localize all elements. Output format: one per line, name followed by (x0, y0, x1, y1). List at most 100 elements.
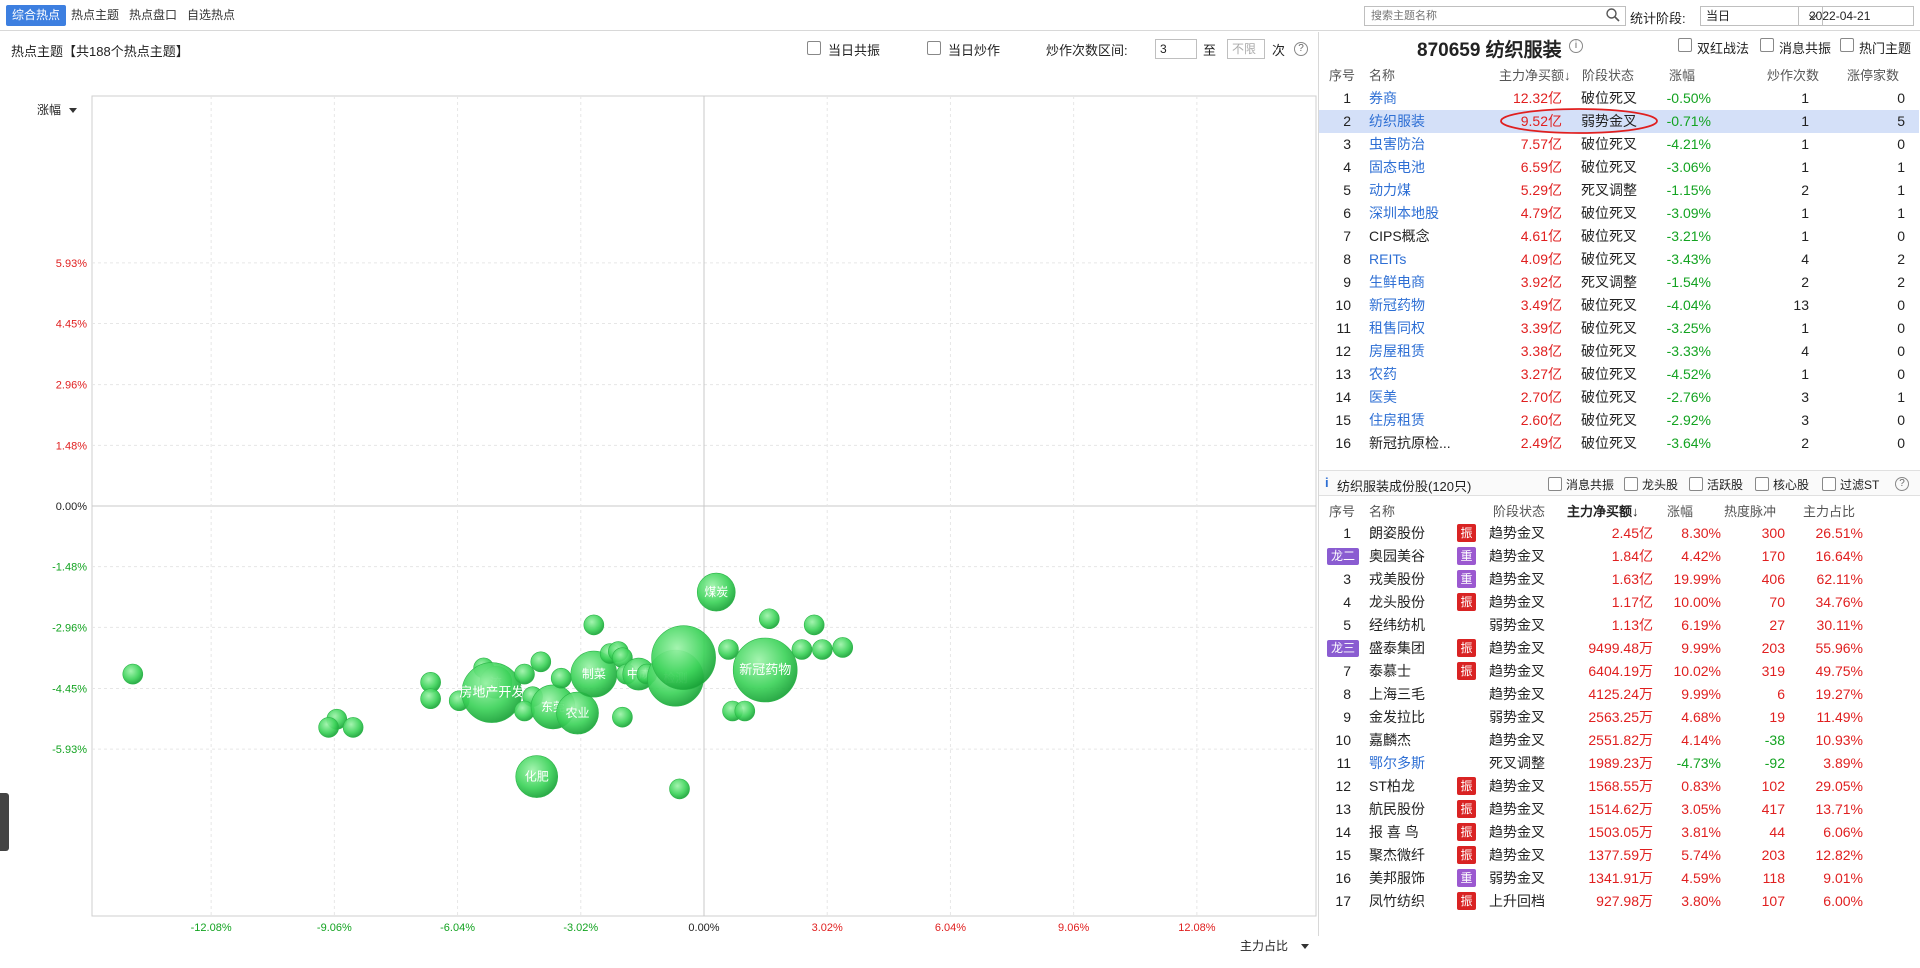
col-net-buy[interactable]: 主力净买额↓ (1499, 65, 1571, 84)
col-hype-times[interactable]: 炒作次数 (1767, 65, 1819, 84)
col-net-buy[interactable]: 主力净买额↓ (1567, 501, 1639, 520)
cell-name: 虫害防治 (1369, 136, 1425, 152)
core-stock-checkbox[interactable] (1755, 477, 1769, 491)
hot-theme-checkbox[interactable] (1840, 38, 1854, 52)
same-day-hype-checkbox[interactable] (927, 41, 941, 55)
theme-row[interactable]: 3 虫害防治 7.57亿 破位死叉 -4.21% 1 0 (1319, 133, 1919, 156)
theme-search-input[interactable] (1364, 6, 1626, 26)
x-axis-dropdown-icon[interactable] (1301, 944, 1309, 949)
theme-row[interactable]: 13 农药 3.27亿 破位死叉 -4.52% 1 0 (1319, 363, 1919, 386)
stock-row[interactable]: 5 经纬纺机 弱势金叉 1.13亿 6.19% 27 30.11% (1319, 614, 1919, 637)
y-axis-dropdown-icon[interactable] (69, 108, 77, 113)
y-tick-label: 2.96% (56, 380, 87, 392)
stock-row[interactable]: 3 戎美股份 趋势金叉 1.63亿 19.99% 406 62.11% 重 (1319, 568, 1919, 591)
cell-heat: 6 (1777, 686, 1785, 702)
theme-bubble[interactable] (651, 625, 716, 691)
theme-row[interactable]: 11 租售同权 3.39亿 破位死叉 -3.25% 1 0 (1319, 317, 1919, 340)
range-to-input[interactable]: 不限 (1227, 39, 1265, 59)
col-limit-up[interactable]: 涨停家数 (1847, 65, 1899, 84)
date-field[interactable]: 2022-04-21 (1798, 6, 1914, 26)
col-heat-pulse[interactable]: 热度脉冲 (1724, 501, 1776, 520)
tab-hot-market[interactable]: 热点盘口 (126, 5, 180, 26)
cell-name: 上海三毛 (1369, 686, 1425, 702)
stock-row[interactable]: 13 航民股份 趋势金叉 1514.62万 3.05% 417 13.71% 振 (1319, 798, 1919, 821)
theme-row[interactable]: 2 纺织服装 9.52亿 弱势金叉 -0.71% 1 5 (1319, 108, 1919, 134)
stock-row[interactable]: 10 嘉麟杰 趋势金叉 2551.82万 4.14% -38 10.93% (1319, 729, 1919, 752)
theme-row[interactable]: 5 动力煤 5.29亿 死叉调整 -1.15% 2 1 (1319, 179, 1919, 202)
cell-limit: 1 (1897, 205, 1905, 221)
stock-row[interactable]: 11 鄂尔多斯 死叉调整 1989.23万 -4.73% -92 3.89% (1319, 752, 1919, 775)
theme-bubble[interactable] (530, 651, 552, 673)
col-name[interactable]: 名称 (1369, 65, 1395, 84)
theme-bubble[interactable] (734, 700, 756, 722)
theme-bubble[interactable] (550, 667, 572, 689)
theme-row[interactable]: 6 深圳本地股 4.79亿 破位死叉 -3.09% 1 1 (1319, 202, 1919, 225)
help-icon[interactable]: ? (1895, 477, 1909, 491)
stock-row[interactable]: 龙二 奥园美谷 趋势金叉 1.84亿 4.42% 170 16.64% 重 (1319, 545, 1919, 568)
theme-row[interactable]: 12 房屋租赁 3.38亿 破位死叉 -3.33% 4 0 (1319, 340, 1919, 363)
stock-row[interactable]: 14 报 喜 鸟 趋势金叉 1503.05万 3.81% 44 6.06% 振 (1319, 821, 1919, 844)
theme-bubble[interactable] (342, 717, 364, 738)
stock-row[interactable]: 7 泰慕士 趋势金叉 6404.19万 10.02% 319 49.75% 振 (1319, 660, 1919, 683)
y-axis-label[interactable]: 涨幅 (37, 102, 61, 117)
theme-bubble[interactable] (420, 688, 441, 710)
theme-row[interactable]: 15 住房租赁 2.60亿 破位死叉 -2.92% 3 0 (1319, 409, 1919, 432)
stock-row[interactable]: 17 凤竹纺织 上升回档 927.98万 3.80% 107 6.00% 振 (1319, 890, 1919, 913)
theme-bubble[interactable] (832, 637, 854, 658)
theme-row[interactable]: 16 新冠抗原检... 2.49亿 破位死叉 -3.64% 2 0 (1319, 432, 1919, 455)
stock-row[interactable]: 12 ST柏龙 趋势金叉 1568.55万 0.83% 102 29.05% 振 (1319, 775, 1919, 798)
filter-st-checkbox[interactable] (1822, 477, 1836, 491)
double-red-checkbox[interactable] (1678, 38, 1692, 52)
tab-hot-themes[interactable]: 热点主题 (68, 5, 122, 26)
stock-row[interactable]: 龙三 盛泰集团 趋势金叉 9499.48万 9.99% 203 55.96% 振 (1319, 637, 1919, 660)
theme-bubble[interactable] (122, 663, 144, 685)
theme-bubble[interactable] (514, 663, 535, 685)
col-change[interactable]: 涨幅 (1667, 501, 1693, 520)
theme-row[interactable]: 14 医美 2.70亿 破位死叉 -2.76% 3 1 (1319, 386, 1919, 409)
same-day-resonance-checkbox[interactable] (807, 41, 821, 55)
side-handle[interactable] (0, 793, 9, 851)
stock-row[interactable]: 1 朗姿股份 趋势金叉 2.45亿 8.30% 300 26.51% 振 (1319, 522, 1919, 545)
stock-row[interactable]: 9 金发拉比 弱势金叉 2563.25万 4.68% 19 11.49% (1319, 706, 1919, 729)
theme-bubble[interactable] (718, 639, 739, 660)
tab-custom-hot[interactable]: 自选热点 (184, 5, 238, 26)
stock-row[interactable]: 4 龙头股份 趋势金叉 1.17亿 10.00% 70 34.76% 振 (1319, 591, 1919, 614)
col-no[interactable]: 序号 (1329, 501, 1355, 520)
theme-row[interactable]: 10 新冠药物 3.49亿 破位死叉 -4.04% 13 0 (1319, 294, 1919, 317)
theme-row[interactable]: 9 生鲜电商 3.92亿 死叉调整 -1.54% 2 2 (1319, 271, 1919, 294)
col-no[interactable]: 序号 (1329, 65, 1355, 84)
cell-no: 14 (1335, 824, 1351, 840)
news-resonance-filter-label: 消息共振 (1566, 478, 1615, 492)
cell-no: 7 (1343, 228, 1351, 244)
news-resonance-checkbox[interactable] (1760, 38, 1774, 52)
theme-bubble[interactable] (803, 614, 825, 636)
stock-row[interactable]: 15 聚杰微纤 趋势金叉 1377.59万 5.74% 203 12.82% 振 (1319, 844, 1919, 867)
theme-bubble[interactable] (791, 639, 813, 660)
cell-amt: 4.61亿 (1520, 228, 1562, 244)
theme-row[interactable]: 7 CIPS概念 4.61亿 破位死叉 -3.21% 1 0 (1319, 225, 1919, 248)
col-stage[interactable]: 阶段状态 (1582, 65, 1634, 84)
theme-row[interactable]: 4 固态电池 6.59亿 破位死叉 -3.06% 1 1 (1319, 156, 1919, 179)
x-axis-label[interactable]: 主力占比 (1240, 938, 1288, 953)
theme-bubble[interactable] (669, 778, 690, 800)
col-name[interactable]: 名称 (1369, 501, 1395, 520)
theme-bubble[interactable] (612, 706, 633, 728)
theme-bubble[interactable] (812, 639, 833, 660)
theme-row[interactable]: 8 REITs 4.09亿 破位死叉 -3.43% 4 2 (1319, 248, 1919, 271)
range-from-input[interactable]: 3 (1155, 39, 1197, 59)
theme-bubble[interactable] (318, 717, 339, 738)
col-change[interactable]: 涨幅 (1669, 65, 1695, 84)
help-icon[interactable]: ? (1294, 42, 1308, 56)
col-stage[interactable]: 阶段状态 (1493, 501, 1545, 520)
col-main-ratio[interactable]: 主力占比 (1803, 501, 1855, 520)
info-icon[interactable]: i (1569, 39, 1583, 53)
active-stock-checkbox[interactable] (1689, 477, 1703, 491)
theme-bubble[interactable] (583, 614, 605, 636)
stock-row[interactable]: 16 美邦服饰 弱势金叉 1341.91万 4.59% 118 9.01% 重 (1319, 867, 1919, 890)
stock-row[interactable]: 8 上海三毛 趋势金叉 4125.24万 9.99% 6 19.27% (1319, 683, 1919, 706)
tab-comprehensive-hot[interactable]: 综合热点 (6, 5, 66, 26)
news-resonance-filter-checkbox[interactable] (1548, 477, 1562, 491)
leader-stock-checkbox[interactable] (1624, 477, 1638, 491)
theme-bubble[interactable] (758, 608, 780, 630)
search-icon[interactable] (1605, 7, 1621, 23)
